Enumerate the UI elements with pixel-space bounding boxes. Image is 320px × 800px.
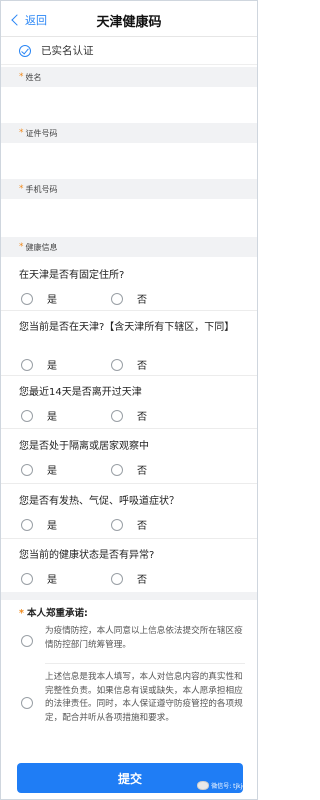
radio-circle-icon[interactable] [111,463,123,476]
question-text: 您当前的健康状态是否有异常? [19,550,155,561]
watermark-text: 微信号: tjkjdw [211,783,251,790]
section-divider [1,592,257,600]
question-text: 您是否处于隔离或居家观察中 [19,441,149,452]
option-no[interactable]: 否 [111,517,147,532]
option-no[interactable]: 否 [111,357,147,372]
option-no[interactable]: 否 [111,571,147,586]
radio-circle-icon[interactable] [21,409,33,422]
option-label: 否 [137,575,147,586]
required-star: * [19,242,24,252]
question-text: 您最近14天是否离开过天津 [19,387,142,398]
option-yes[interactable]: 是 [21,357,57,372]
question-item: 您当前的健康状态是否有异常? 是 否 [1,540,257,592]
commitment-text: 为疫情防控，本人同意以上信息依法提交所在辖区疫情防控部门统筹管理。 [45,626,243,650]
option-label: 是 [47,466,57,477]
question-text: 您是否有发热、气促、呼吸道症状？ [19,496,179,507]
required-star: * [19,72,24,82]
radio-circle-icon[interactable] [111,518,123,531]
option-label: 是 [47,575,57,586]
commitment-item[interactable]: 上述信息是我本人填写，本人对信息内容的真实性和完整性负责。如果信息有误或缺失，本… [1,667,257,757]
option-label: 否 [137,295,147,306]
phone-label-bar: * 手机号码 [1,179,257,199]
radio-circle-icon[interactable] [111,409,123,422]
health-label-bar: * 健康信息 [1,237,257,257]
commitment-title: * 本人郑重承诺: [19,605,88,619]
radio-circle-icon[interactable] [21,572,33,585]
radio-circle-icon[interactable] [21,292,33,305]
option-no[interactable]: 否 [111,462,147,477]
radio-circle-icon[interactable] [21,518,33,531]
option-label: 否 [137,412,147,423]
radio-circle-icon[interactable] [21,635,33,647]
watermark: 微信号: tjkjdw [197,781,251,790]
verified-row: 已实名认证 [1,37,257,65]
option-label: 是 [47,361,57,372]
page-frame: 返回 天津健康码 已实名认证 * 姓名 * 证件号码 * 手机号码 * 健康信息… [0,0,258,800]
question-item: 您是否有发热、气促、呼吸道症状？ 是 否 [1,485,257,539]
option-yes[interactable]: 是 [21,517,57,532]
divider [45,663,245,664]
commitment-item[interactable]: 为疫情防控，本人同意以上信息依法提交所在辖区疫情防控部门统筹管理。 [1,623,257,661]
question-item: 您当前是否在天津?【含天津所有下辖区，下同】 是 否 [1,312,257,376]
option-label: 否 [137,361,147,372]
id-number-input[interactable] [1,147,257,175]
option-no[interactable]: 否 [111,408,147,423]
health-info-label: 健康信息 [25,242,58,252]
required-star: * [19,128,24,138]
id-label-bar: * 证件号码 [1,123,257,143]
option-no[interactable]: 否 [111,291,147,306]
question-item: 您是否处于隔离或居家观察中 是 否 [1,430,257,484]
phone-input[interactable] [1,203,257,231]
question-text: 在天津是否有固定住所? [19,270,125,281]
top-bar: 返回 天津健康码 [1,1,257,37]
radio-circle-icon[interactable] [21,697,33,709]
check-circle-icon [19,44,31,57]
option-label: 是 [47,521,57,532]
verified-text: 已实名认证 [41,45,94,57]
radio-circle-icon[interactable] [111,292,123,305]
required-star: * [19,608,24,619]
option-label: 是 [47,412,57,423]
submit-area: 提交 微信号: tjkjdw [1,763,257,800]
question-item: 您最近14天是否离开过天津 是 否 [1,377,257,429]
radio-circle-icon[interactable] [111,358,123,371]
question-text: 您当前是否在天津?【含天津所有下辖区，下同】 [19,322,235,333]
question-item: 在天津是否有固定住所? 是 否 [1,259,257,311]
option-yes[interactable]: 是 [21,462,57,477]
page-title: 天津健康码 [96,15,162,30]
option-yes[interactable]: 是 [21,291,57,306]
option-label: 是 [47,295,57,306]
wechat-icon [197,781,210,790]
option-label: 否 [137,466,147,477]
radio-circle-icon[interactable] [21,358,33,371]
radio-circle-icon[interactable] [111,572,123,585]
commitment-text: 上述信息是我本人填写，本人对信息内容的真实性和完整性负责。如果信息有误或缺失，本… [45,672,243,723]
name-label-bar: * 姓名 [1,67,257,87]
name-label: 姓名 [25,72,42,82]
option-yes[interactable]: 是 [21,571,57,586]
option-yes[interactable]: 是 [21,408,57,423]
radio-circle-icon[interactable] [21,463,33,476]
option-label: 否 [137,521,147,532]
name-input[interactable] [1,91,257,119]
phone-label: 手机号码 [25,184,58,194]
required-star: * [19,184,24,194]
commitment-title-text: 本人郑重承诺: [26,608,88,619]
id-number-label: 证件号码 [25,128,58,138]
